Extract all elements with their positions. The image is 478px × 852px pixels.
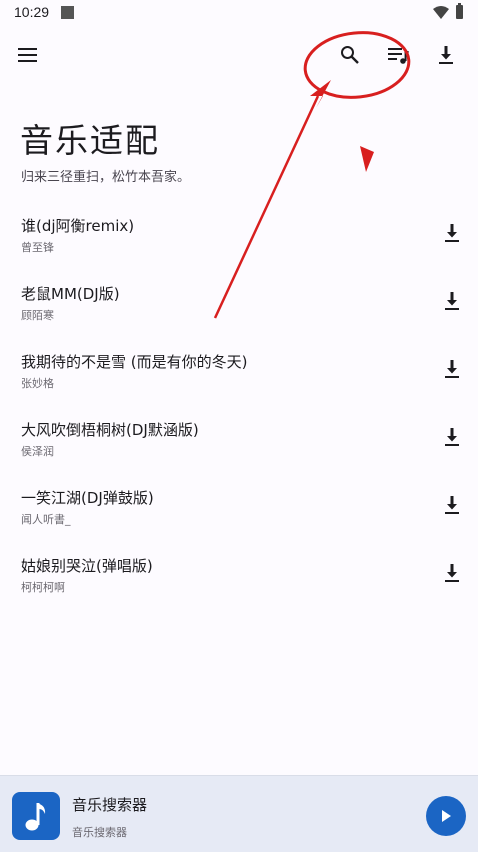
player-title: 音乐搜索器 [72, 796, 148, 814]
download-icon [445, 292, 459, 310]
music-note-icon [25, 803, 46, 831]
player-subtitle: 音乐搜索器 [72, 826, 127, 839]
queue-music-icon [388, 48, 409, 64]
mini-player[interactable]: 音乐搜索器 音乐搜索器 [0, 775, 478, 852]
song-item[interactable]: 我期待的不是雪 (而是有你的冬天) 张妙格 [0, 341, 478, 409]
song-item[interactable]: 一笑江湖(DJ弹鼓版) 闻人听書_ [0, 477, 478, 545]
song-item[interactable]: 老鼠MM(DJ版) 顾陌寒 [0, 273, 478, 341]
notification-icon [61, 6, 74, 19]
play-button[interactable] [426, 796, 466, 836]
song-download-button[interactable] [439, 492, 465, 518]
song-download-button[interactable] [439, 288, 465, 314]
download-icon [445, 496, 459, 514]
song-list: 谁(dj阿衡remix) 曾至锋 老鼠MM(DJ版) 顾陌寒 我期待的不是雪 (… [0, 205, 478, 613]
album-art [12, 792, 60, 840]
wifi-icon [433, 6, 449, 19]
song-download-button[interactable] [439, 560, 465, 586]
page-title: 音乐适配 [20, 121, 160, 160]
song-title: 老鼠MM(DJ版) [21, 285, 120, 303]
song-download-button[interactable] [439, 356, 465, 382]
search-button[interactable] [334, 39, 366, 71]
annotation-arrowhead [360, 146, 374, 172]
download-icon [445, 564, 459, 582]
song-artist: 侯泽润 [21, 445, 54, 458]
status-time: 10:29 [14, 4, 50, 20]
annotation-arrowhead [310, 80, 331, 108]
song-artist: 柯柯柯啊 [21, 581, 65, 594]
song-item[interactable]: 谁(dj阿衡remix) 曾至锋 [0, 205, 478, 273]
page-subtitle: 归来三径重扫，松竹本吾家。 [21, 170, 191, 185]
song-download-button[interactable] [439, 220, 465, 246]
menu-button[interactable] [12, 39, 44, 71]
download-all-button[interactable] [430, 39, 462, 71]
song-item[interactable]: 姑娘别哭泣(弹唱版) 柯柯柯啊 [0, 545, 478, 613]
song-title: 姑娘别哭泣(弹唱版) [21, 557, 153, 575]
play-icon [442, 810, 451, 822]
queue-button[interactable] [382, 39, 414, 71]
song-download-button[interactable] [439, 424, 465, 450]
song-artist: 顾陌寒 [21, 309, 54, 322]
menu-icon [18, 48, 37, 62]
song-artist: 张妙格 [21, 377, 54, 390]
status-bar: 10:29 [0, 0, 478, 26]
song-artist: 闻人听書_ [21, 513, 71, 526]
song-item[interactable]: 大风吹倒梧桐树(DJ默涵版) 侯泽润 [0, 409, 478, 477]
song-title: 我期待的不是雪 (而是有你的冬天) [21, 353, 248, 371]
download-icon [445, 428, 459, 446]
download-icon [445, 360, 459, 378]
download-icon [439, 46, 453, 64]
battery-icon [456, 3, 463, 19]
song-artist: 曾至锋 [21, 241, 54, 254]
download-icon [445, 224, 459, 242]
song-title: 谁(dj阿衡remix) [21, 217, 135, 235]
song-title: 大风吹倒梧桐树(DJ默涵版) [21, 421, 199, 439]
song-title: 一笑江湖(DJ弹鼓版) [21, 489, 154, 507]
search-icon [341, 46, 359, 64]
